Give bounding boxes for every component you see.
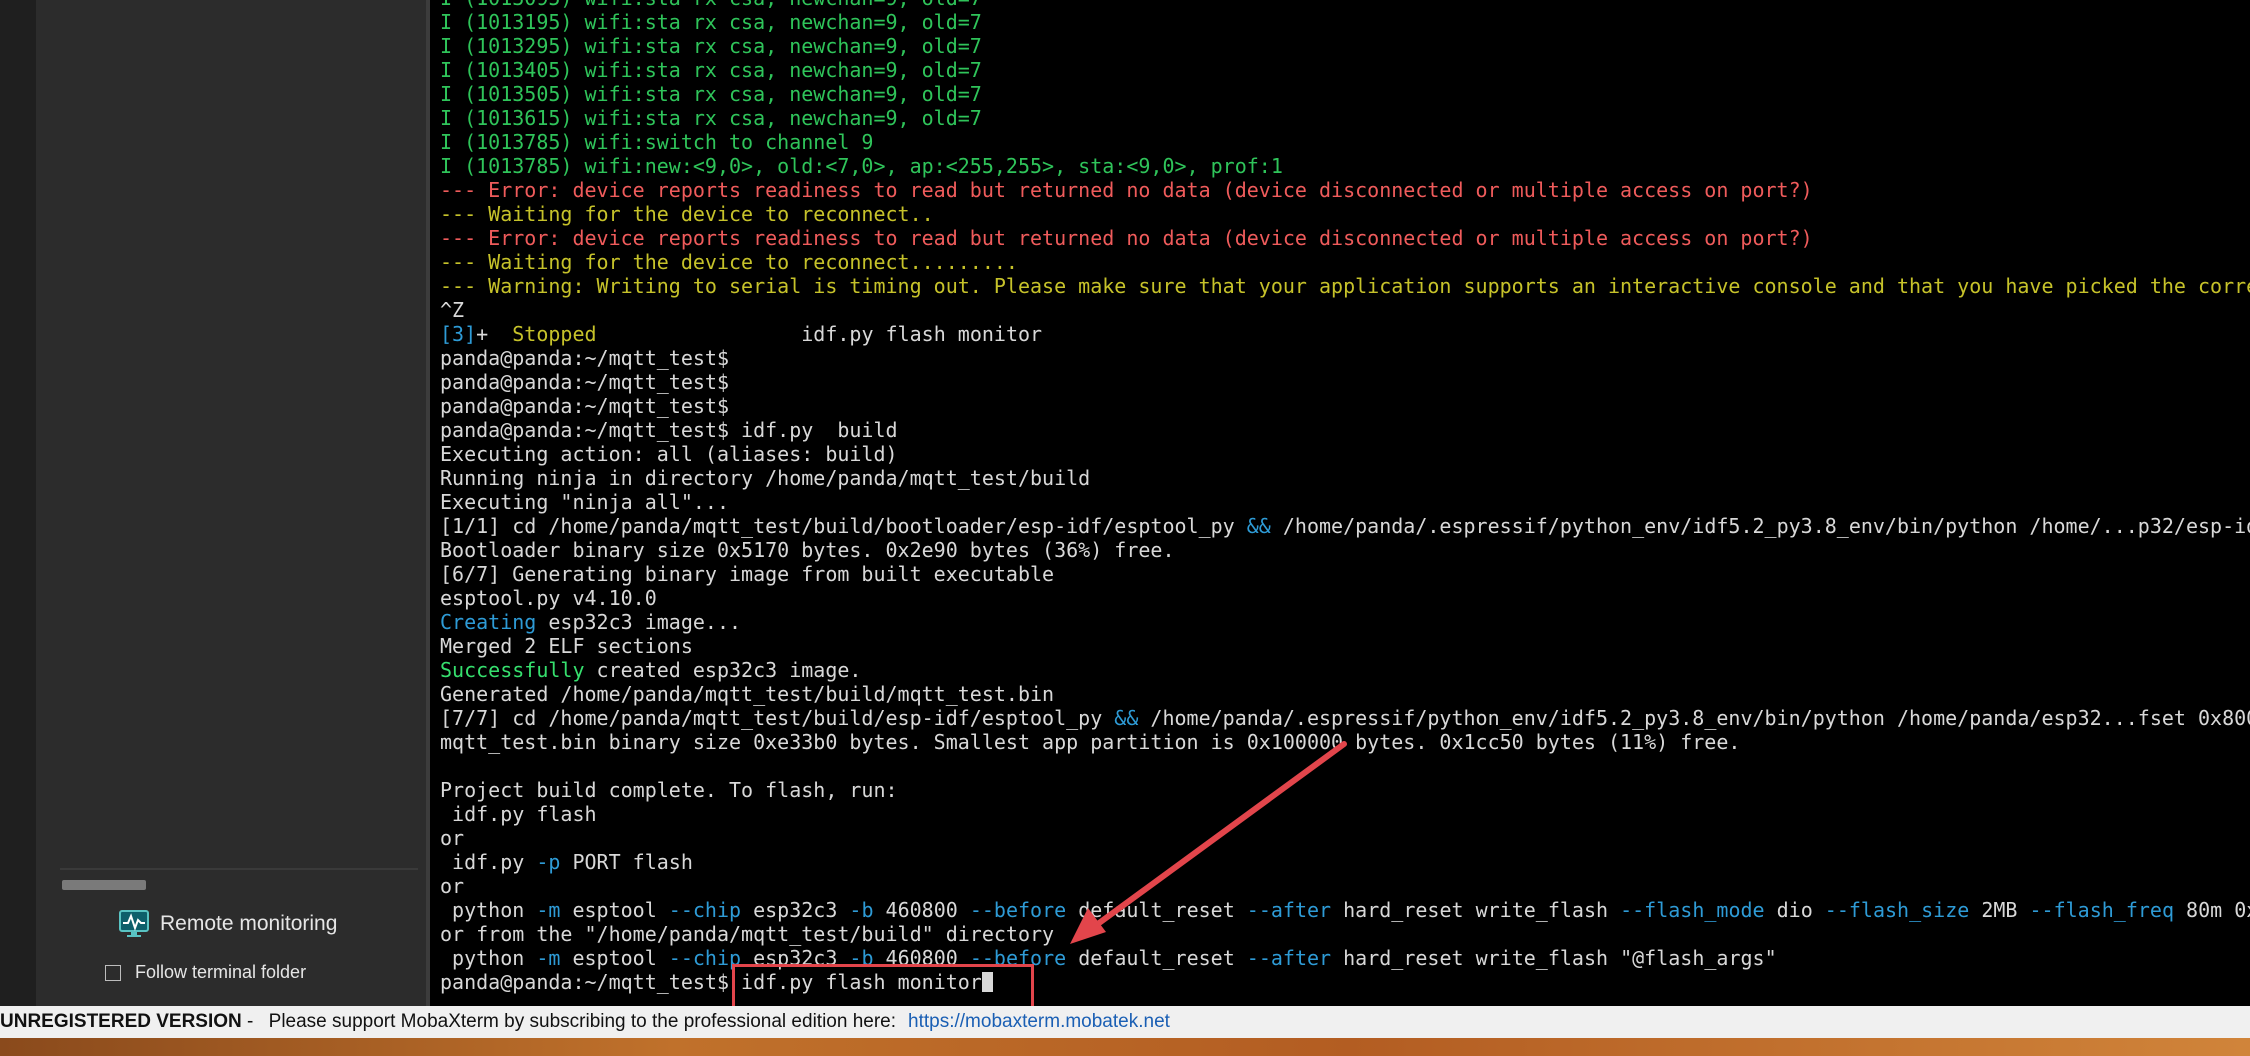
status-separator: - xyxy=(241,1011,259,1032)
sidebar-scrollbar-thumb[interactable] xyxy=(62,880,146,890)
terminal-line: or from the "/home/panda/mqtt_test/build… xyxy=(440,922,1055,946)
terminal-line: I (1013095) wifi:sta rx csa, newchan=9, … xyxy=(440,0,2250,10)
terminal-output: I (1013095) wifi:sta rx csa, newchan=9, … xyxy=(440,0,2250,994)
terminal-prompt: panda@panda:~/mqtt_test$ xyxy=(440,970,742,994)
terminal-line: --- Waiting for the device to reconnect.… xyxy=(440,250,1018,274)
support-message: Please support MobaXterm by subscribing … xyxy=(268,1011,897,1032)
terminal-line: python -m esptool --chip esp32c3 -b 4608… xyxy=(440,898,2250,922)
terminal-line: [7/7] cd /home/panda/mqtt_test/build/esp… xyxy=(440,706,2250,730)
terminal-line: Bootloader binary size 0x5170 bytes. 0x2… xyxy=(440,538,1175,562)
sidebar-scroll-track xyxy=(60,868,418,870)
terminal-line: I (1013785) wifi:new:<9,0>, old:<7,0>, a… xyxy=(440,154,1283,178)
terminal-line: Executing action: all (aliases: build) xyxy=(440,442,898,466)
terminal-cursor xyxy=(981,972,993,992)
terminal-line: or xyxy=(440,826,465,850)
terminal-line: --- Error: device reports readiness to r… xyxy=(440,226,1813,250)
terminal-line: [6/7] Generating binary image from built… xyxy=(440,562,1055,586)
terminal-line: Successfully created esp32c3 image. xyxy=(440,658,862,682)
terminal-line: panda@panda:~/mqtt_test$ xyxy=(440,370,729,394)
monitor-chart-icon xyxy=(119,910,149,937)
terminal-line: panda@panda:~/mqtt_test$ xyxy=(440,346,729,370)
terminal-line: idf.py -p PORT flash xyxy=(440,850,693,874)
unregistered-version-label: UNREGISTERED VERSION xyxy=(0,1011,242,1032)
terminal-line: mqtt_test.bin binary size 0xe33b0 bytes.… xyxy=(440,730,1741,754)
terminal-line: Project build complete. To flash, run: xyxy=(440,778,898,802)
terminal-line: [3]+ Stopped idf.py flash monitor xyxy=(440,322,1043,346)
terminal-prompt-line[interactable]: panda@panda:~/mqtt_test$ idf.py flash mo… xyxy=(440,970,2250,994)
terminal-line: --- Warning: Writing to serial is timing… xyxy=(440,274,2250,298)
follow-terminal-folder-option[interactable]: Follow terminal folder xyxy=(105,962,306,983)
terminal-line: I (1013785) wifi:switch to channel 9 xyxy=(440,130,874,154)
terminal-line: panda@panda:~/mqtt_test$ idf.py build xyxy=(440,418,898,442)
terminal-line: [1/1] cd /home/panda/mqtt_test/build/boo… xyxy=(440,514,2250,538)
terminal-line: Running ninja in directory /home/panda/m… xyxy=(440,466,1091,490)
sidebar: Remote monitoring Follow terminal folder xyxy=(0,0,426,1006)
terminal-line: python -m esptool --chip esp32c3 -b 4608… xyxy=(440,946,1777,970)
terminal-line: --- Waiting for the device to reconnect.… xyxy=(440,202,934,226)
terminal-line: Executing "ninja all"... xyxy=(440,490,729,514)
terminal-line: I (1013295) wifi:sta rx csa, newchan=9, … xyxy=(440,34,982,58)
terminal-line: idf.py flash xyxy=(440,802,597,826)
follow-terminal-folder-label: Follow terminal folder xyxy=(135,962,307,982)
follow-terminal-folder-checkbox[interactable] xyxy=(105,964,121,981)
terminal-line: or xyxy=(440,874,465,898)
terminal-line: ^Z xyxy=(440,298,465,322)
sidebar-icon-strip xyxy=(0,0,36,1006)
terminal-view[interactable]: I (1013095) wifi:sta rx csa, newchan=9, … xyxy=(430,0,2250,1006)
mobaxterm-link[interactable]: https://mobaxterm.mobatek.net xyxy=(908,1011,1170,1033)
terminal-line: Creating esp32c3 image... xyxy=(440,610,742,634)
terminal-current-input[interactable]: idf.py flash monitor xyxy=(741,970,982,994)
terminal-line: --- Error: device reports readiness to r… xyxy=(440,178,1813,202)
sidebar-panel xyxy=(36,0,426,1006)
remote-monitoring-label: Remote monitoring xyxy=(160,912,338,935)
desktop-taskbar-strip xyxy=(0,1038,2250,1056)
terminal-line: I (1013505) wifi:sta rx csa, newchan=9, … xyxy=(440,82,982,106)
status-bar: UNREGISTERED VERSION - Please support Mo… xyxy=(0,1006,2250,1038)
terminal-line: I (1013405) wifi:sta rx csa, newchan=9, … xyxy=(440,58,982,82)
terminal-line: esptool.py v4.10.0 xyxy=(440,586,657,610)
terminal-line: panda@panda:~/mqtt_test$ xyxy=(440,394,729,418)
terminal-line: I (1013615) wifi:sta rx csa, newchan=9, … xyxy=(440,106,982,130)
terminal-line: Merged 2 ELF sections xyxy=(440,634,693,658)
remote-monitoring-button[interactable]: Remote monitoring xyxy=(118,906,337,942)
terminal-line: Generated /home/panda/mqtt_test/build/mq… xyxy=(440,682,1055,706)
terminal-line: I (1013195) wifi:sta rx csa, newchan=9, … xyxy=(440,10,982,34)
